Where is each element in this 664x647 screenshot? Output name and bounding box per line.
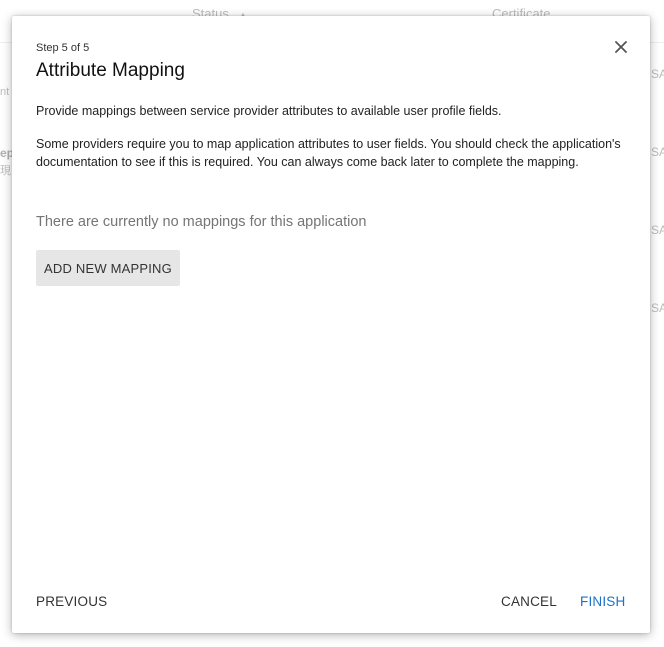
add-new-mapping-button[interactable]: ADD NEW MAPPING [36,250,180,286]
finish-button[interactable]: FINISH [580,590,625,612]
close-button[interactable] [612,38,630,56]
background-row-fragment: SA [651,67,664,81]
background-row-fragment: SA [651,223,664,237]
mapping-description: Provide mappings between service provide… [36,104,502,118]
close-icon [615,41,627,53]
empty-mappings-message: There are currently no mappings for this… [36,214,367,230]
mapping-help-text: Some providers require you to map applic… [36,137,621,169]
dialog-title: Attribute Mapping [36,60,185,81]
background-row-fragment: SA [651,301,664,315]
previous-button[interactable]: PREVIOUS [36,590,107,612]
background-row-fragment: nt [0,86,10,98]
background-row-fragment: 現 [0,165,11,177]
step-indicator: Step 5 of 5 [36,42,90,54]
background-row-fragment: SA [651,145,664,159]
attribute-mapping-dialog: Step 5 of 5 Attribute Mapping Provide ma… [12,16,650,633]
cancel-button[interactable]: CANCEL [501,590,557,612]
